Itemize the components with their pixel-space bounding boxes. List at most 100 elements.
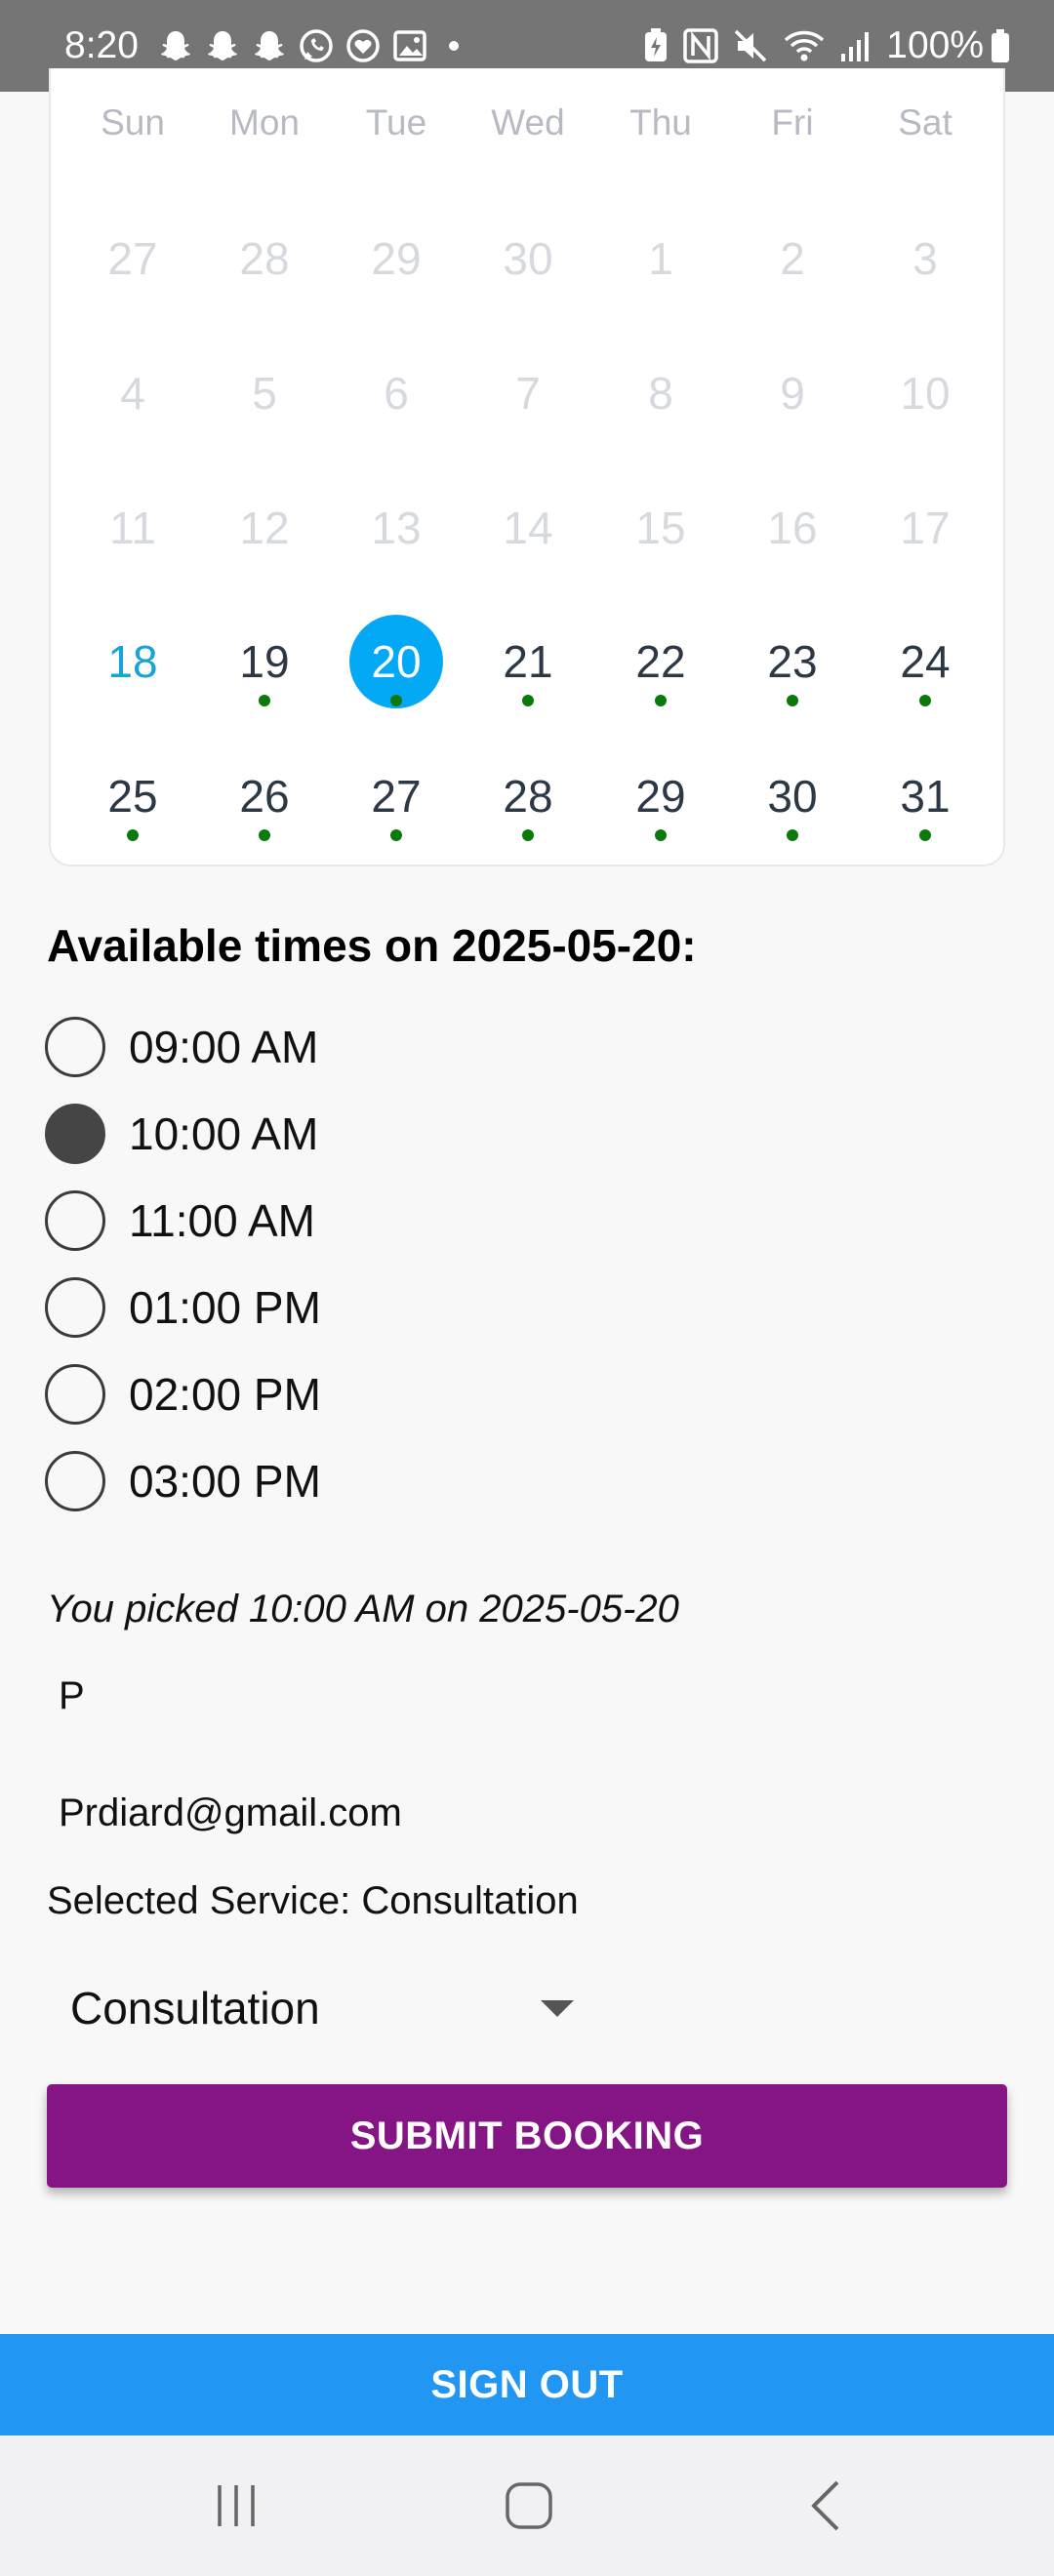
day-number: 11 [109,503,156,553]
calendar-day: 5 [211,340,318,447]
time-slot-option[interactable]: 10:00 AM [45,1102,318,1166]
day-number: 15 [635,503,686,553]
battery-icon [990,28,1011,63]
calendar-day[interactable]: 31 [872,743,979,850]
calendar-day[interactable]: 21 [474,608,582,715]
radio-unchecked-icon[interactable] [45,1190,105,1251]
time-slot-option[interactable]: 01:00 PM [45,1275,321,1340]
status-right: 100% [642,24,1011,67]
time-slot-option[interactable]: 09:00 AM [45,1015,318,1079]
calendar-day: 28 [211,205,318,312]
time-slot-option[interactable]: 02:00 PM [45,1362,321,1427]
calendar-day[interactable]: 18 [79,608,186,715]
picked-summary: You picked 10:00 AM on 2025-05-20 [47,1588,679,1630]
day-number: 4 [120,368,145,419]
radio-unchecked-icon[interactable] [45,1017,105,1077]
time-slot-option[interactable]: 11:00 AM [45,1188,315,1253]
calendar-day[interactable]: 24 [872,608,979,715]
weekday-mon: Mon [229,102,300,142]
radio-unchecked-icon[interactable] [45,1277,105,1338]
recents-icon[interactable] [168,2435,304,2576]
home-icon[interactable] [461,2435,597,2576]
calendar-day-selected[interactable]: 20 [343,608,450,715]
mute-icon [732,27,769,64]
weekday-tue: Tue [365,102,427,142]
day-number: 28 [239,233,290,284]
calendar-day[interactable]: 23 [739,608,846,715]
radio-unchecked-icon[interactable] [45,1451,105,1511]
availability-dot [390,829,402,841]
calendar-day: 13 [343,474,450,582]
calendar-day: 1 [607,205,714,312]
calendar-day: 7 [474,340,582,447]
time-slot-label: 11:00 AM [129,1195,315,1246]
calendar-day: 15 [607,474,714,582]
availability-dot [655,695,667,706]
calendar-day[interactable]: 30 [739,743,846,850]
radio-unchecked-icon[interactable] [45,1364,105,1425]
back-icon[interactable] [757,2435,894,2576]
nfc-icon [683,28,718,63]
time-slot-option[interactable]: 03:00 PM [45,1449,321,1513]
service-dropdown-value: Consultation [70,1983,320,2033]
calendar-day[interactable]: 22 [607,608,714,715]
day-number: 3 [912,233,938,284]
submit-booking-button[interactable]: SUBMIT BOOKING [47,2084,1007,2188]
weekday-sun: Sun [101,102,165,142]
day-number: 12 [239,503,290,553]
time-slot-label: 10:00 AM [129,1108,319,1159]
day-number: 6 [384,368,409,419]
system-nav-bar [0,2435,1054,2576]
calendar-day[interactable]: 26 [211,743,318,850]
calendar-day[interactable]: 19 [211,608,318,715]
day-number: 1 [648,233,673,284]
service-dropdown[interactable]: Consultation [47,1969,593,2047]
availability-dot [522,695,534,706]
day-number: 29 [371,233,422,284]
day-number: 16 [767,503,818,553]
calendar-day[interactable]: 28 [474,743,582,850]
day-number: 9 [780,368,805,419]
calendar-day[interactable]: 27 [343,743,450,850]
calendar-day: 9 [739,340,846,447]
day-number: 7 [515,368,541,419]
time-slot-label: 01:00 PM [129,1282,321,1333]
wifi-icon [783,27,826,64]
day-number: 13 [371,503,422,553]
day-number: 14 [503,503,553,553]
calendar-day: 14 [474,474,582,582]
radio-checked-icon[interactable] [45,1104,105,1164]
day-number: 2 [780,233,805,284]
availability-dot [919,829,931,841]
calendar-day: 2 [739,205,846,312]
calendar-day: 17 [872,474,979,582]
weekday-sat: Sat [898,102,953,142]
calendar-day: 6 [343,340,450,447]
email-field[interactable]: Prdiard@gmail.com [59,1791,402,1835]
name-field[interactable]: P [59,1674,85,1718]
day-number: 30 [503,233,553,284]
time-slot-label: 03:00 PM [129,1456,321,1507]
calendar-day: 8 [607,340,714,447]
time-slot-label: 02:00 PM [129,1369,321,1420]
calendar-day: 16 [739,474,846,582]
availability-dot [787,695,798,706]
app-screen: 8:20 100% Sun Mon Tue Wed Thu Fri Sat 27… [0,0,1054,2576]
snapchat-icon [203,26,242,65]
calendar-day: 12 [211,474,318,582]
calendar-day: 11 [79,474,186,582]
times-heading: Available times on 2025-05-20: [47,920,697,971]
calendar-day: 10 [872,340,979,447]
calendar-day[interactable]: 29 [607,743,714,850]
snapchat-icon [250,26,289,65]
time-slot-label: 09:00 AM [129,1022,319,1072]
whatsapp-icon [297,26,336,65]
day-number: 18 [107,636,158,687]
calendar-day: 29 [343,205,450,312]
sign-out-button[interactable]: SIGN OUT [0,2334,1054,2435]
weekday-fri: Fri [771,102,814,142]
calendar-day[interactable]: 25 [79,743,186,850]
gallery-icon [390,26,429,65]
selected-service-label: Selected Service: Consultation [47,1879,579,1922]
availability-dot [787,829,798,841]
